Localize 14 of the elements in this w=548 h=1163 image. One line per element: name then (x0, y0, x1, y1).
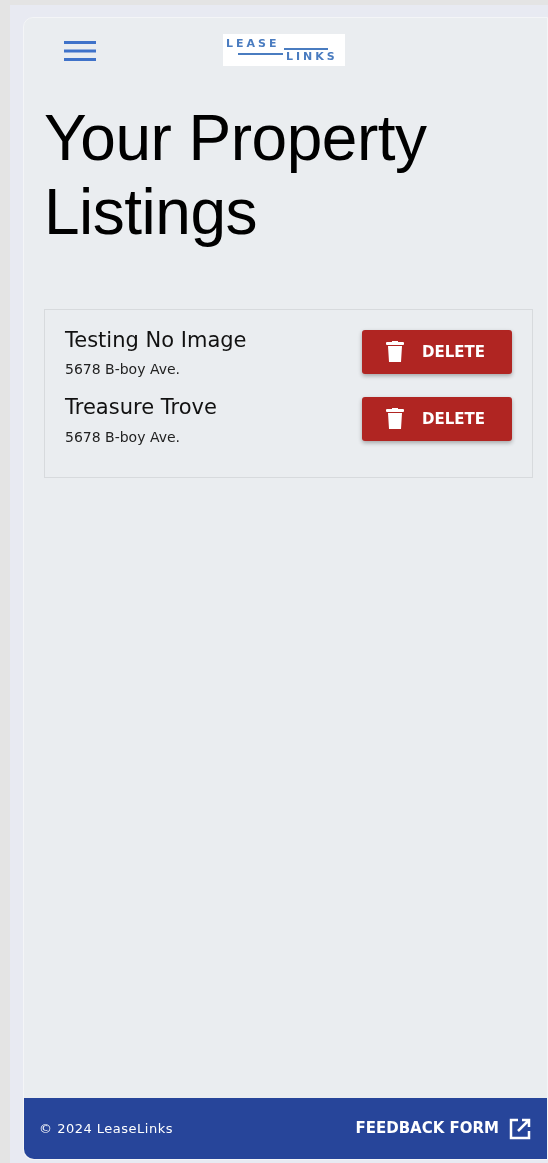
listing-address: 5678 B-boy Ave. (65, 427, 182, 447)
listing-name: Treasure Trove (65, 395, 217, 421)
page-title: Your Property Listings (44, 102, 428, 250)
delete-button[interactable]: DELETE (362, 397, 512, 442)
listing-name: Testing No Image (65, 328, 247, 354)
external-link-icon (509, 1117, 531, 1140)
delete-button[interactable]: DELETE (362, 330, 512, 375)
logo[interactable]: LEASE LINKS (223, 34, 345, 66)
feedback-link[interactable]: FEEDBACK FORM (355, 1117, 531, 1140)
menu-icon[interactable] (64, 40, 96, 62)
listing-address: 5678 B-boy Ave. (65, 360, 182, 380)
copyright-text: © 2024 LeaseLinks (39, 1119, 173, 1138)
trash-icon (386, 408, 404, 431)
trash-icon (386, 341, 404, 364)
